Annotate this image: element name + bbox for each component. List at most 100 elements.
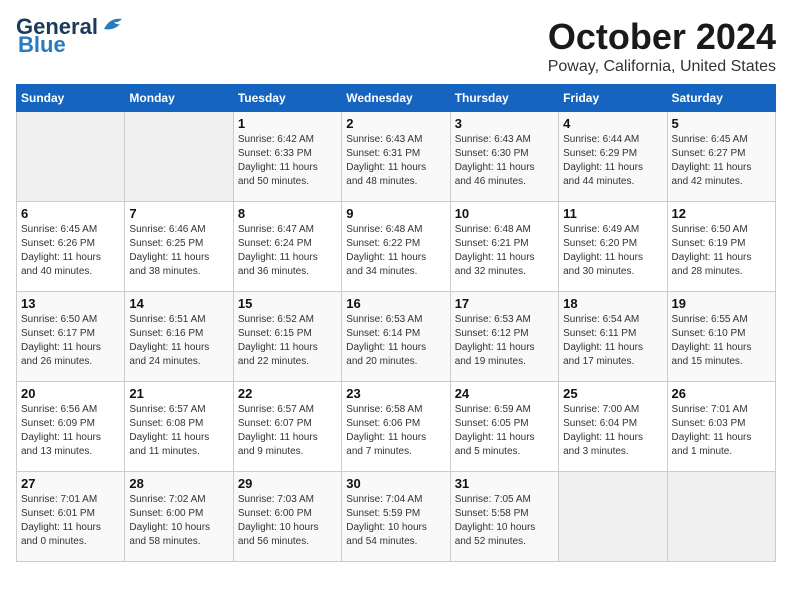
day-detail: Sunrise: 7:00 AM Sunset: 6:04 PM Dayligh… (563, 403, 662, 459)
calendar-cell: 15 Sunrise: 6:52 AM Sunset: 6:15 PM Dayli… (233, 292, 341, 382)
day-number: 2 (346, 116, 445, 131)
calendar-cell (125, 112, 233, 202)
day-number: 30 (346, 476, 445, 491)
day-detail: Sunrise: 6:55 AM Sunset: 6:10 PM Dayligh… (672, 313, 771, 369)
calendar-cell: 28 Sunrise: 7:02 AM Sunset: 6:00 PM Dayli… (125, 472, 233, 562)
calendar-cell: 16Sunrise: 6:53 AM Sunset: 6:14 PM Dayli… (342, 292, 450, 382)
day-detail: Sunrise: 6:50 AM Sunset: 6:17 PM Dayligh… (21, 313, 120, 369)
day-number: 24 (455, 386, 554, 401)
calendar-subtitle: Poway, California, United States (548, 58, 776, 76)
day-detail: Sunrise: 6:49 AM Sunset: 6:20 PM Dayligh… (563, 223, 662, 279)
day-detail: Sunrise: 6:47 AM Sunset: 6:24 PM Dayligh… (238, 223, 337, 279)
calendar-cell: 23 Sunrise: 6:58 AM Sunset: 6:06 PM Dayli… (342, 382, 450, 472)
day-number: 19 (672, 296, 771, 311)
week-row-4: 20 Sunrise: 6:56 AM Sunset: 6:09 PM Dayli… (17, 382, 776, 472)
day-detail: Sunrise: 7:01 AM Sunset: 6:03 PM Dayligh… (672, 403, 771, 459)
day-detail: Sunrise: 6:48 AM Sunset: 6:21 PM Dayligh… (455, 223, 554, 279)
day-detail: Sunrise: 6:56 AM Sunset: 6:09 PM Dayligh… (21, 403, 120, 459)
day-detail: Sunrise: 7:05 AM Sunset: 5:58 PM Dayligh… (455, 493, 554, 549)
header-wednesday: Wednesday (342, 85, 450, 112)
day-detail: Sunrise: 6:51 AM Sunset: 6:16 PM Dayligh… (129, 313, 228, 369)
day-number: 11 (563, 206, 662, 221)
calendar-cell: 10 Sunrise: 6:48 AM Sunset: 6:21 PM Dayli… (450, 202, 558, 292)
day-number: 7 (129, 206, 228, 221)
calendar-cell: 22Sunrise: 6:57 AM Sunset: 6:07 PM Dayli… (233, 382, 341, 472)
week-row-1: 1Sunrise: 6:42 AM Sunset: 6:33 PM Daylig… (17, 112, 776, 202)
calendar-cell: 7 Sunrise: 6:46 AM Sunset: 6:25 PM Daylig… (125, 202, 233, 292)
calendar-cell: 21 Sunrise: 6:57 AM Sunset: 6:08 PM Dayli… (125, 382, 233, 472)
header-sunday: Sunday (17, 85, 125, 112)
calendar-cell: 24 Sunrise: 6:59 AM Sunset: 6:05 PM Dayli… (450, 382, 558, 472)
day-number: 27 (21, 476, 120, 491)
header-thursday: Thursday (450, 85, 558, 112)
day-number: 28 (129, 476, 228, 491)
day-detail: Sunrise: 6:43 AM Sunset: 6:31 PM Dayligh… (346, 133, 445, 189)
calendar-cell: 8 Sunrise: 6:47 AM Sunset: 6:24 PM Daylig… (233, 202, 341, 292)
day-number: 14 (129, 296, 228, 311)
day-detail: Sunrise: 7:04 AM Sunset: 5:59 PM Dayligh… (346, 493, 445, 549)
logo: General Blue (16, 16, 128, 58)
calendar-cell: 30 Sunrise: 7:04 AM Sunset: 5:59 PM Dayli… (342, 472, 450, 562)
day-detail: Sunrise: 7:02 AM Sunset: 6:00 PM Dayligh… (129, 493, 228, 549)
calendar-cell: 17 Sunrise: 6:53 AM Sunset: 6:12 PM Dayli… (450, 292, 558, 382)
day-number: 15 (238, 296, 337, 311)
day-number: 9 (346, 206, 445, 221)
day-number: 22 (238, 386, 337, 401)
day-number: 5 (672, 116, 771, 131)
calendar-cell: 12Sunrise: 6:50 AM Sunset: 6:19 PM Dayli… (667, 202, 775, 292)
day-number: 21 (129, 386, 228, 401)
day-detail: Sunrise: 6:45 AM Sunset: 6:26 PM Dayligh… (21, 223, 120, 279)
calendar-cell (559, 472, 667, 562)
calendar-cell: 9 Sunrise: 6:48 AM Sunset: 6:22 PM Daylig… (342, 202, 450, 292)
day-number: 23 (346, 386, 445, 401)
calendar-cell: 27 Sunrise: 7:01 AM Sunset: 6:01 PM Dayli… (17, 472, 125, 562)
day-detail: Sunrise: 6:59 AM Sunset: 6:05 PM Dayligh… (455, 403, 554, 459)
calendar-cell: 20 Sunrise: 6:56 AM Sunset: 6:09 PM Dayli… (17, 382, 125, 472)
day-detail: Sunrise: 6:44 AM Sunset: 6:29 PM Dayligh… (563, 133, 662, 189)
day-number: 6 (21, 206, 120, 221)
calendar-cell: 11 Sunrise: 6:49 AM Sunset: 6:20 PM Dayli… (559, 202, 667, 292)
day-number: 18 (563, 296, 662, 311)
calendar-cell: 29 Sunrise: 7:03 AM Sunset: 6:00 PM Dayli… (233, 472, 341, 562)
week-row-5: 27 Sunrise: 7:01 AM Sunset: 6:01 PM Dayli… (17, 472, 776, 562)
day-detail: Sunrise: 7:01 AM Sunset: 6:01 PM Dayligh… (21, 493, 120, 549)
header-tuesday: Tuesday (233, 85, 341, 112)
logo-line2: Blue (18, 32, 66, 58)
calendar-cell: 2 Sunrise: 6:43 AM Sunset: 6:31 PM Daylig… (342, 112, 450, 202)
week-row-2: 6 Sunrise: 6:45 AM Sunset: 6:26 PM Daylig… (17, 202, 776, 292)
day-number: 4 (563, 116, 662, 131)
day-detail: Sunrise: 6:58 AM Sunset: 6:06 PM Dayligh… (346, 403, 445, 459)
day-detail: Sunrise: 7:03 AM Sunset: 6:00 PM Dayligh… (238, 493, 337, 549)
header-monday: Monday (125, 85, 233, 112)
day-number: 26 (672, 386, 771, 401)
calendar-title: October 2024 (548, 16, 776, 58)
calendar-cell (17, 112, 125, 202)
day-detail: Sunrise: 6:45 AM Sunset: 6:27 PM Dayligh… (672, 133, 771, 189)
calendar-cell: 1Sunrise: 6:42 AM Sunset: 6:33 PM Daylig… (233, 112, 341, 202)
day-detail: Sunrise: 6:52 AM Sunset: 6:15 PM Dayligh… (238, 313, 337, 369)
day-detail: Sunrise: 6:43 AM Sunset: 6:30 PM Dayligh… (455, 133, 554, 189)
day-detail: Sunrise: 6:57 AM Sunset: 6:08 PM Dayligh… (129, 403, 228, 459)
day-number: 3 (455, 116, 554, 131)
calendar-cell: 19 Sunrise: 6:55 AM Sunset: 6:10 PM Dayli… (667, 292, 775, 382)
day-number: 13 (21, 296, 120, 311)
calendar-cell: 5 Sunrise: 6:45 AM Sunset: 6:27 PM Daylig… (667, 112, 775, 202)
calendar-cell: 26 Sunrise: 7:01 AM Sunset: 6:03 PM Dayli… (667, 382, 775, 472)
week-row-3: 13 Sunrise: 6:50 AM Sunset: 6:17 PM Dayli… (17, 292, 776, 382)
day-number: 31 (455, 476, 554, 491)
calendar-header-row: SundayMondayTuesdayWednesdayThursdayFrid… (17, 85, 776, 112)
title-area: October 2024 Poway, California, United S… (548, 16, 776, 76)
day-detail: Sunrise: 6:48 AM Sunset: 6:22 PM Dayligh… (346, 223, 445, 279)
day-detail: Sunrise: 6:42 AM Sunset: 6:33 PM Dayligh… (238, 133, 337, 189)
day-number: 10 (455, 206, 554, 221)
page-header: General Blue October 2024 Poway, Califor… (16, 16, 776, 76)
day-number: 20 (21, 386, 120, 401)
day-number: 17 (455, 296, 554, 311)
day-number: 29 (238, 476, 337, 491)
calendar-table: SundayMondayTuesdayWednesdayThursdayFrid… (16, 84, 776, 562)
day-number: 8 (238, 206, 337, 221)
calendar-cell: 14 Sunrise: 6:51 AM Sunset: 6:16 PM Dayli… (125, 292, 233, 382)
day-detail: Sunrise: 6:46 AM Sunset: 6:25 PM Dayligh… (129, 223, 228, 279)
day-number: 25 (563, 386, 662, 401)
day-detail: Sunrise: 6:53 AM Sunset: 6:12 PM Dayligh… (455, 313, 554, 369)
